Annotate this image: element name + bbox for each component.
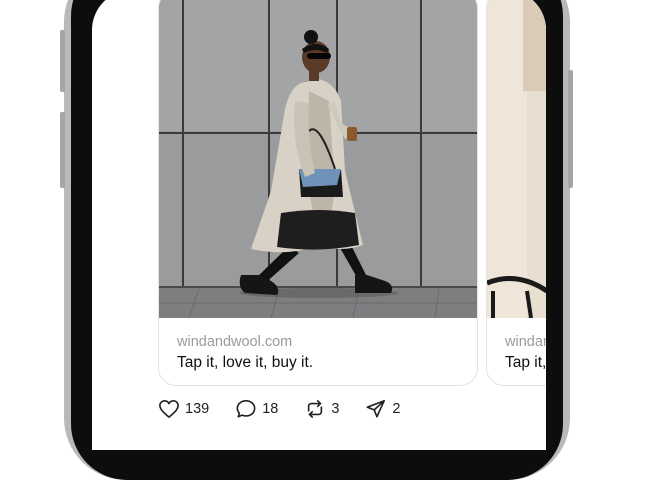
post-link-card-2[interactable]: windandwool.com Tap it, love it, buy it. xyxy=(486,0,546,386)
card-domain-2: windandwool.com xyxy=(505,334,546,350)
power-button xyxy=(568,70,573,188)
like-count: 139 xyxy=(185,401,210,417)
repost-button[interactable]: 3 xyxy=(304,399,339,419)
phone-screen: windandwool.com Tap it, love it, buy it.… xyxy=(92,0,546,450)
repost-count: 3 xyxy=(331,401,340,417)
interior-photo xyxy=(487,0,546,318)
share-count: 2 xyxy=(392,401,401,417)
heart-icon xyxy=(159,400,179,418)
volume-down-button xyxy=(60,112,65,188)
volume-up-button xyxy=(60,30,65,92)
card-caption: Tap it, love it, buy it. xyxy=(177,354,314,371)
share-button[interactable]: 2 xyxy=(365,399,401,419)
card-domain: windandwool.com xyxy=(177,334,293,350)
reply-count: 18 xyxy=(262,401,279,417)
like-button[interactable]: 139 xyxy=(158,399,209,419)
repost-icon xyxy=(308,400,323,418)
street-fashion-photo xyxy=(159,0,477,318)
speech-bubble-icon xyxy=(236,400,256,418)
card-photo[interactable] xyxy=(159,0,477,318)
card-caption-2: Tap it, love it, buy it. xyxy=(505,354,546,371)
card-photo-2[interactable] xyxy=(487,0,546,318)
post-action-bar: 139 18 3 2 xyxy=(158,398,427,420)
post-link-card[interactable]: windandwool.com Tap it, love it, buy it. xyxy=(158,0,478,386)
reply-button[interactable]: 18 xyxy=(235,399,278,419)
send-icon xyxy=(366,400,386,418)
